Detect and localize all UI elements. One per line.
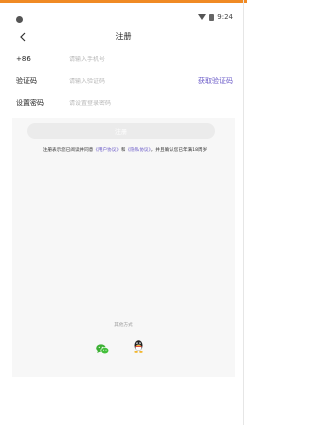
- nav-bar: 注册: [12, 27, 235, 49]
- other-login-label: 其他方式: [114, 323, 133, 328]
- code-label: 验证码: [16, 77, 37, 85]
- status-bar: 9:24: [12, 10, 235, 28]
- password-row: 设置密码: [12, 93, 235, 113]
- agreement-text: 注册表示您已阅读并同意《用户协议》和《隐私协议》，并且确认您已年满18周岁: [30, 148, 220, 154]
- top-accent-bar: [0, 0, 247, 3]
- status-time: 9:24: [217, 13, 233, 21]
- user-agreement-link[interactable]: 《用户协议》: [93, 148, 121, 153]
- password-input[interactable]: [69, 99, 169, 107]
- country-code[interactable]: +86: [16, 55, 31, 63]
- phone-screen: 9:24 注册 +86 验证码 获取验证码 设置密码 注册 注册表示您已阅读并同…: [12, 10, 235, 377]
- code-input[interactable]: [69, 77, 169, 85]
- qq-icon[interactable]: [133, 338, 144, 353]
- social-login-row: [12, 338, 235, 355]
- register-button[interactable]: 注册: [27, 123, 215, 139]
- right-divider: [243, 0, 244, 425]
- password-label: 设置密码: [16, 99, 44, 107]
- page-title: 注册: [115, 32, 132, 41]
- code-row: 验证码 获取验证码: [12, 71, 235, 91]
- phone-row: +86: [12, 49, 235, 69]
- privacy-policy-link[interactable]: 《隐私协议》: [126, 148, 151, 153]
- battery-icon: [209, 13, 215, 21]
- agreement-prefix: 注册表示您已阅读并同意: [42, 148, 94, 153]
- status-indicators: 9:24: [198, 13, 233, 21]
- notification-dot-icon: [16, 16, 23, 23]
- agreement-suffix: ，并且确认您已年满18周岁: [150, 148, 208, 153]
- wifi-icon: [198, 14, 207, 20]
- get-code-button[interactable]: 获取验证码: [198, 76, 233, 86]
- wechat-icon[interactable]: [96, 340, 110, 355]
- phone-input[interactable]: [69, 55, 169, 63]
